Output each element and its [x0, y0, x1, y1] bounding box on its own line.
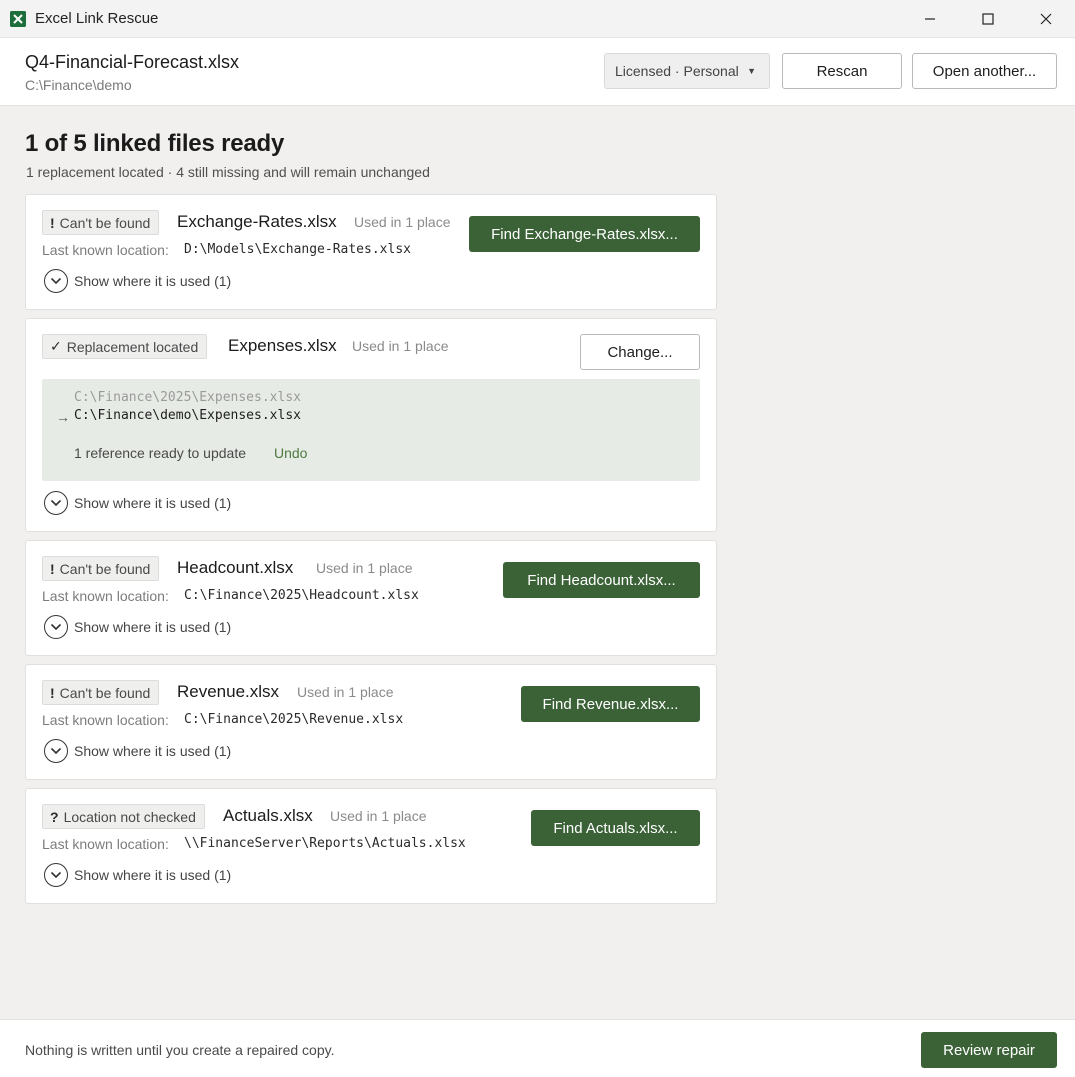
chevron-down-icon	[44, 739, 68, 763]
find-file-button[interactable]: Find Revenue.xlsx...	[521, 686, 700, 722]
link-file-name: Headcount.xlsx	[177, 558, 294, 577]
link-file-name: Exchange-Rates.xlsx	[177, 212, 337, 231]
find-file-button[interactable]: Find Exchange-Rates.xlsx...	[469, 216, 700, 252]
status-badge: ! Can't be found	[42, 680, 160, 705]
open-another-button[interactable]: Open another...	[912, 53, 1057, 89]
link-file-name: Revenue.xlsx	[177, 682, 280, 701]
location-value: \\FinanceServer\Reports\Actuals.xlsx	[184, 836, 466, 851]
link-card: ! Can't be found Exchange-Rates.xlsx Use…	[25, 194, 717, 310]
used-in-count: Used in 1 place	[297, 684, 394, 700]
undo-link[interactable]: Undo	[274, 445, 307, 461]
check-icon: ✓	[50, 338, 62, 354]
used-in-count: Used in 1 place	[316, 560, 413, 576]
title-bar: Excel Link Rescue	[0, 0, 1075, 38]
status-badge: ! Can't be found	[42, 556, 160, 581]
maximize-icon	[982, 13, 994, 25]
link-card: ? Location not checked Actuals.xlsx Used…	[25, 788, 717, 904]
location-label: Last known location:	[42, 242, 169, 258]
new-path: C:\Finance\demo\Expenses.xlsx	[74, 408, 301, 423]
caret-down-icon: ▼	[747, 66, 756, 76]
replacement-panel: C:\Finance\2025\Expenses.xlsx → C:\Finan…	[42, 379, 700, 481]
show-usage-label: Show where it is used (1)	[74, 273, 232, 289]
window-controls	[901, 0, 1075, 38]
file-path: C:\Finance\demo	[25, 77, 132, 93]
minimize-icon	[925, 18, 935, 20]
ready-status: 1 reference ready to update	[74, 445, 247, 461]
chevron-down-icon	[44, 863, 68, 887]
show-usage-label: Show where it is used (1)	[74, 867, 232, 883]
status-label: Replacement located	[66, 338, 199, 355]
show-usage-toggle[interactable]: Show where it is used (1)	[44, 269, 231, 293]
warning-icon: !	[50, 684, 55, 701]
warning-icon: !	[50, 560, 55, 577]
used-in-count: Used in 1 place	[352, 338, 449, 354]
link-card: ! Can't be found Revenue.xlsx Used in 1 …	[25, 664, 717, 780]
link-card: ✓ Replacement located Expenses.xlsx Used…	[25, 318, 717, 532]
warning-icon: !	[50, 214, 55, 231]
summary-subtitle: 1 replacement located · 4 still missing …	[26, 164, 430, 180]
link-file-name: Actuals.xlsx	[223, 806, 313, 825]
link-file-name: Expenses.xlsx	[228, 336, 337, 355]
link-card: ! Can't be found Headcount.xlsx Used in …	[25, 540, 717, 656]
used-in-count: Used in 1 place	[354, 214, 451, 230]
license-label: Licensed · Personal	[615, 63, 739, 79]
chevron-down-icon	[44, 491, 68, 515]
excel-icon	[10, 10, 26, 27]
status-badge: ✓ Replacement located	[42, 334, 208, 359]
status-label: Can't be found	[59, 684, 151, 701]
minimize-button[interactable]	[901, 0, 959, 38]
summary-title: 1 of 5 linked files ready	[25, 130, 285, 157]
show-usage-toggle[interactable]: Show where it is used (1)	[44, 491, 231, 515]
location-label: Last known location:	[42, 712, 169, 728]
location-value: C:\Finance\2025\Headcount.xlsx	[184, 588, 419, 603]
show-usage-toggle[interactable]: Show where it is used (1)	[44, 615, 231, 639]
used-in-count: Used in 1 place	[330, 808, 427, 824]
status-label: Can't be found	[59, 214, 151, 231]
location-value: D:\Models\Exchange-Rates.xlsx	[184, 242, 411, 257]
arrow-right-icon: →	[56, 409, 70, 425]
file-header: Q4-Financial-Forecast.xlsx C:\Finance\de…	[0, 38, 1075, 106]
find-file-button[interactable]: Find Headcount.xlsx...	[503, 562, 700, 598]
footer-note: Nothing is written until you create a re…	[25, 1042, 335, 1058]
old-path: C:\Finance\2025\Expenses.xlsx	[74, 390, 301, 405]
show-usage-toggle[interactable]: Show where it is used (1)	[44, 739, 231, 763]
status-badge: ! Can't be found	[42, 210, 160, 235]
close-button[interactable]	[1017, 0, 1075, 38]
chevron-down-icon	[44, 269, 68, 293]
location-label: Last known location:	[42, 588, 169, 604]
window-title: Excel Link Rescue	[35, 10, 159, 27]
show-usage-label: Show where it is used (1)	[74, 495, 232, 511]
status-badge: ? Location not checked	[42, 804, 205, 829]
file-name: Q4-Financial-Forecast.xlsx	[25, 52, 240, 72]
location-label: Last known location:	[42, 836, 169, 852]
rescan-button[interactable]: Rescan	[782, 53, 902, 89]
change-button[interactable]: Change...	[580, 334, 700, 370]
status-label: Can't be found	[59, 560, 151, 577]
question-icon: ?	[50, 808, 59, 825]
close-icon	[1040, 13, 1052, 25]
license-dropdown[interactable]: Licensed · Personal ▼	[604, 53, 770, 89]
review-repair-button[interactable]: Review repair	[921, 1032, 1057, 1068]
show-usage-toggle[interactable]: Show where it is used (1)	[44, 863, 231, 887]
find-file-button[interactable]: Find Actuals.xlsx...	[531, 810, 700, 846]
status-label: Location not checked	[63, 808, 196, 825]
chevron-down-icon	[44, 615, 68, 639]
location-value: C:\Finance\2025\Revenue.xlsx	[184, 712, 404, 727]
maximize-button[interactable]	[959, 0, 1017, 38]
footer-bar: Nothing is written until you create a re…	[0, 1019, 1075, 1077]
show-usage-label: Show where it is used (1)	[74, 619, 232, 635]
show-usage-label: Show where it is used (1)	[74, 743, 232, 759]
